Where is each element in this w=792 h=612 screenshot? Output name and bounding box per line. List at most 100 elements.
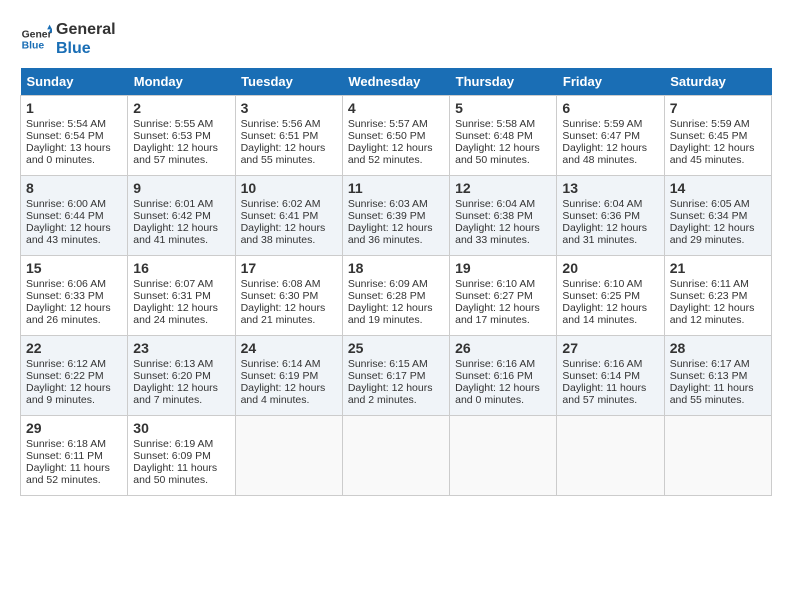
day-number: 9 [133, 180, 229, 196]
calendar-cell: 5 Sunrise: 5:58 AMSunset: 6:48 PMDaylight… [450, 96, 557, 176]
calendar-cell: 2Sunrise: 5:55 AMSunset: 6:53 PMDaylight… [128, 96, 235, 176]
col-header-friday: Friday [557, 68, 664, 96]
cell-info: Sunrise: 6:04 AMSunset: 6:38 PMDaylight:… [455, 198, 540, 246]
cell-info: Sunrise: 6:18 AMSunset: 6:11 PMDaylight:… [26, 438, 110, 486]
calendar-cell [235, 416, 342, 496]
col-header-sunday: Sunday [21, 68, 128, 96]
col-header-thursday: Thursday [450, 68, 557, 96]
cell-info: Sunrise: 6:12 AMSunset: 6:22 PMDaylight:… [26, 358, 111, 406]
cell-info: Sunrise: 6:07 AMSunset: 6:31 PMDaylight:… [133, 278, 218, 326]
calendar-cell: 29 Sunrise: 6:18 AMSunset: 6:11 PMDayligh… [21, 416, 128, 496]
cell-info: Sunrise: 6:16 AMSunset: 6:16 PMDaylight:… [455, 358, 540, 406]
calendar-cell: 22 Sunrise: 6:12 AMSunset: 6:22 PMDayligh… [21, 336, 128, 416]
day-number: 11 [348, 180, 444, 196]
calendar-cell: 30Sunrise: 6:19 AMSunset: 6:09 PMDayligh… [128, 416, 235, 496]
day-number: 25 [348, 340, 444, 356]
cell-info: Sunrise: 6:10 AMSunset: 6:25 PMDaylight:… [562, 278, 647, 326]
calendar-table: SundayMondayTuesdayWednesdayThursdayFrid… [20, 68, 772, 496]
cell-info: Sunrise: 6:06 AMSunset: 6:33 PMDaylight:… [26, 278, 111, 326]
cell-info: Sunrise: 6:09 AMSunset: 6:28 PMDaylight:… [348, 278, 433, 326]
day-number: 19 [455, 260, 551, 276]
cell-info: Sunrise: 6:16 AMSunset: 6:14 PMDaylight:… [562, 358, 646, 406]
calendar-cell: 11 Sunrise: 6:03 AMSunset: 6:39 PMDayligh… [342, 176, 449, 256]
calendar-cell: 10 Sunrise: 6:02 AMSunset: 6:41 PMDayligh… [235, 176, 342, 256]
page-header: General Blue General Blue [20, 20, 772, 58]
cell-info: Sunrise: 6:17 AMSunset: 6:13 PMDaylight:… [670, 358, 754, 406]
calendar-cell: 15 Sunrise: 6:06 AMSunset: 6:33 PMDayligh… [21, 256, 128, 336]
day-number: 18 [348, 260, 444, 276]
calendar-cell: 7 Sunrise: 5:59 AMSunset: 6:45 PMDaylight… [664, 96, 771, 176]
day-number: 4 [348, 100, 444, 116]
day-number: 10 [241, 180, 337, 196]
calendar-week-3: 15 Sunrise: 6:06 AMSunset: 6:33 PMDayligh… [21, 256, 772, 336]
day-number: 12 [455, 180, 551, 196]
calendar-week-4: 22 Sunrise: 6:12 AMSunset: 6:22 PMDayligh… [21, 336, 772, 416]
calendar-week-1: 1 Sunrise: 5:54 AMSunset: 6:54 PMDaylight… [21, 96, 772, 176]
logo: General Blue General Blue [20, 20, 116, 58]
cell-info: Sunrise: 5:59 AMSunset: 6:47 PMDaylight:… [562, 118, 647, 166]
cell-info: Sunrise: 6:01 AMSunset: 6:42 PMDaylight:… [133, 198, 218, 246]
cell-info: Sunrise: 5:59 AMSunset: 6:45 PMDaylight:… [670, 118, 755, 166]
calendar-cell [342, 416, 449, 496]
day-number: 5 [455, 100, 551, 116]
col-header-saturday: Saturday [664, 68, 771, 96]
day-number: 23 [133, 340, 229, 356]
day-number: 27 [562, 340, 658, 356]
calendar-cell: 20Sunrise: 6:10 AMSunset: 6:25 PMDayligh… [557, 256, 664, 336]
calendar-cell: 17Sunrise: 6:08 AMSunset: 6:30 PMDayligh… [235, 256, 342, 336]
cell-info: Sunrise: 6:13 AMSunset: 6:20 PMDaylight:… [133, 358, 218, 406]
day-number: 3 [241, 100, 337, 116]
calendar-cell: 14 Sunrise: 6:05 AMSunset: 6:34 PMDayligh… [664, 176, 771, 256]
cell-info: Sunrise: 6:04 AMSunset: 6:36 PMDaylight:… [562, 198, 647, 246]
calendar-cell: 4Sunrise: 5:57 AMSunset: 6:50 PMDaylight… [342, 96, 449, 176]
day-number: 28 [670, 340, 766, 356]
cell-info: Sunrise: 6:11 AMSunset: 6:23 PMDaylight:… [670, 278, 755, 326]
calendar-cell: 26Sunrise: 6:16 AMSunset: 6:16 PMDayligh… [450, 336, 557, 416]
cell-info: Sunrise: 6:02 AMSunset: 6:41 PMDaylight:… [241, 198, 326, 246]
calendar-week-5: 29 Sunrise: 6:18 AMSunset: 6:11 PMDayligh… [21, 416, 772, 496]
cell-info: Sunrise: 6:14 AMSunset: 6:19 PMDaylight:… [241, 358, 326, 406]
day-number: 24 [241, 340, 337, 356]
day-number: 17 [241, 260, 337, 276]
logo-icon: General Blue [20, 23, 52, 55]
cell-info: Sunrise: 6:10 AMSunset: 6:27 PMDaylight:… [455, 278, 540, 326]
cell-info: Sunrise: 5:54 AMSunset: 6:54 PMDaylight:… [26, 118, 111, 166]
day-number: 14 [670, 180, 766, 196]
svg-text:Blue: Blue [22, 41, 45, 52]
calendar-cell: 18 Sunrise: 6:09 AMSunset: 6:28 PMDayligh… [342, 256, 449, 336]
calendar-cell: 13 Sunrise: 6:04 AMSunset: 6:36 PMDayligh… [557, 176, 664, 256]
day-number: 30 [133, 420, 229, 436]
calendar-cell: 3 Sunrise: 5:56 AMSunset: 6:51 PMDaylight… [235, 96, 342, 176]
day-number: 29 [26, 420, 122, 436]
cell-info: Sunrise: 6:00 AMSunset: 6:44 PMDaylight:… [26, 198, 111, 246]
cell-info: Sunrise: 6:05 AMSunset: 6:34 PMDaylight:… [670, 198, 755, 246]
calendar-cell [557, 416, 664, 496]
calendar-cell: 25 Sunrise: 6:15 AMSunset: 6:17 PMDayligh… [342, 336, 449, 416]
svg-text:General: General [22, 30, 52, 41]
col-header-monday: Monday [128, 68, 235, 96]
calendar-cell [664, 416, 771, 496]
day-number: 8 [26, 180, 122, 196]
calendar-cell: 12 Sunrise: 6:04 AMSunset: 6:38 PMDayligh… [450, 176, 557, 256]
day-number: 2 [133, 100, 229, 116]
col-header-wednesday: Wednesday [342, 68, 449, 96]
calendar-header-row: SundayMondayTuesdayWednesdayThursdayFrid… [21, 68, 772, 96]
calendar-cell [450, 416, 557, 496]
calendar-cell: 27 Sunrise: 6:16 AMSunset: 6:14 PMDayligh… [557, 336, 664, 416]
day-number: 6 [562, 100, 658, 116]
calendar-week-2: 8 Sunrise: 6:00 AMSunset: 6:44 PMDaylight… [21, 176, 772, 256]
day-number: 21 [670, 260, 766, 276]
calendar-cell: 9 Sunrise: 6:01 AMSunset: 6:42 PMDaylight… [128, 176, 235, 256]
day-number: 15 [26, 260, 122, 276]
cell-info: Sunrise: 6:15 AMSunset: 6:17 PMDaylight:… [348, 358, 433, 406]
day-number: 7 [670, 100, 766, 116]
cell-info: Sunrise: 5:58 AMSunset: 6:48 PMDaylight:… [455, 118, 540, 166]
calendar-cell: 16Sunrise: 6:07 AMSunset: 6:31 PMDayligh… [128, 256, 235, 336]
day-number: 13 [562, 180, 658, 196]
col-header-tuesday: Tuesday [235, 68, 342, 96]
cell-info: Sunrise: 5:56 AMSunset: 6:51 PMDaylight:… [241, 118, 326, 166]
cell-info: Sunrise: 6:03 AMSunset: 6:39 PMDaylight:… [348, 198, 433, 246]
calendar-cell: 19 Sunrise: 6:10 AMSunset: 6:27 PMDayligh… [450, 256, 557, 336]
day-number: 1 [26, 100, 122, 116]
day-number: 22 [26, 340, 122, 356]
